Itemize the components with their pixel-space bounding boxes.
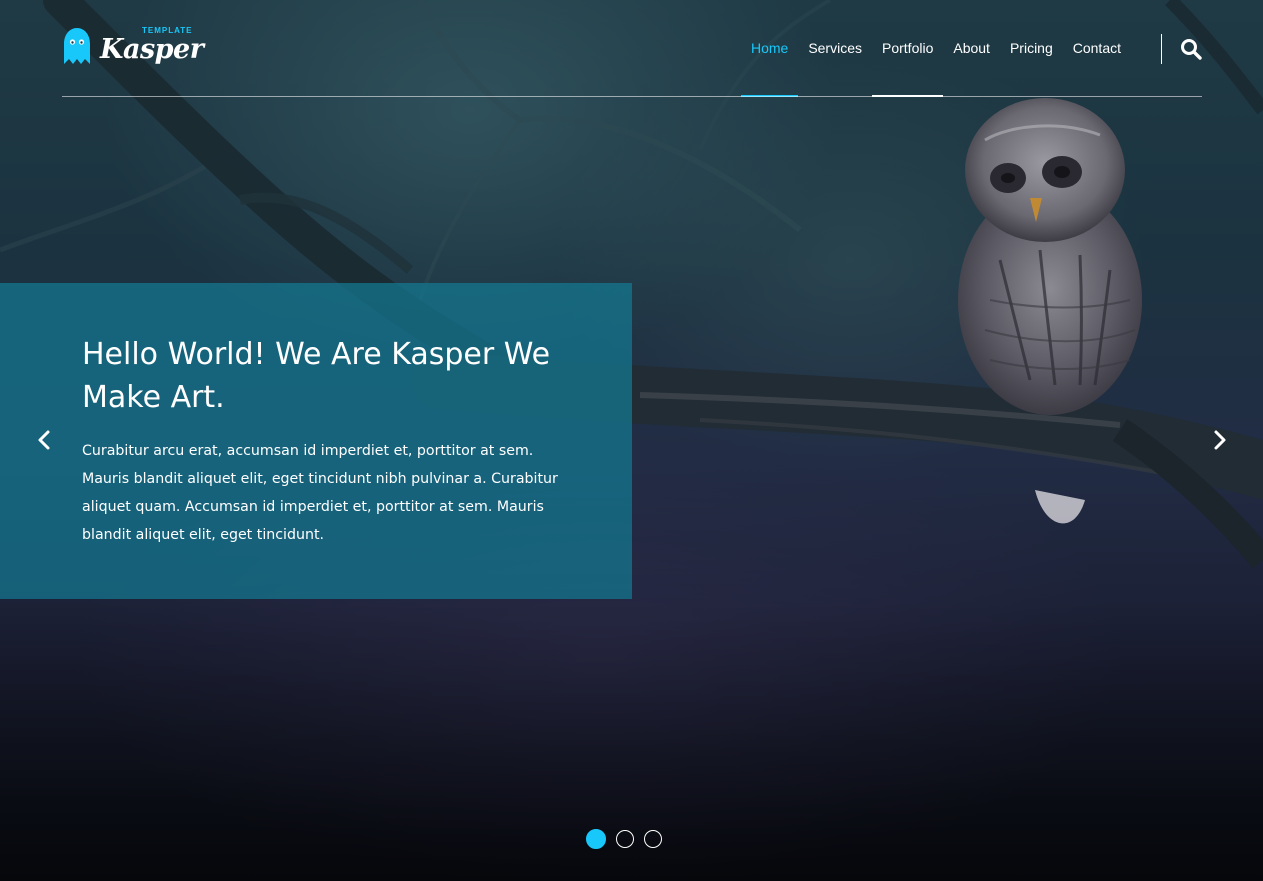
nav-item-label: Contact: [1072, 40, 1121, 56]
nav-item-label: Home: [750, 40, 789, 56]
chevron-right-icon: [1214, 430, 1226, 450]
nav-item-contact[interactable]: Contact: [1063, 0, 1131, 97]
nav-item-about[interactable]: About: [943, 0, 1000, 97]
nav-item-label: Portfolio: [882, 40, 934, 56]
search-button[interactable]: [1180, 38, 1202, 60]
nav-item-portfolio[interactable]: Portfolio: [872, 0, 944, 97]
main-nav: Home Services Portfolio About Pricing Co…: [740, 0, 1202, 97]
slider-bullet-2[interactable]: [616, 830, 634, 848]
hero-description: Curabitur arcu erat, accumsan id imperdi…: [82, 443, 558, 543]
nav-divider: [1161, 33, 1162, 64]
hero-section: TEMPLATE Kasper Home Services Portfolio …: [0, 0, 1263, 881]
search-icon: [1181, 38, 1202, 60]
header-divider: [62, 96, 1202, 97]
slider-prev-button[interactable]: [33, 428, 57, 452]
hero-text-panel: Hello World! We Are Kasper We Make Art. …: [0, 283, 632, 599]
nav-item-services[interactable]: Services: [798, 0, 872, 97]
slider-bullet-3[interactable]: [644, 830, 662, 848]
slider-bullets: [586, 829, 662, 849]
brand-logo[interactable]: TEMPLATE Kasper: [62, 26, 204, 70]
nav-item-label: Pricing: [1009, 40, 1053, 56]
brand-name: Kasper: [100, 34, 204, 65]
slider-bullet-1[interactable]: [586, 829, 606, 849]
hero-title: Hello World! We Are Kasper We Make Art.: [82, 337, 551, 415]
nav-item-label: Services: [808, 40, 862, 56]
nav-item-home[interactable]: Home: [740, 0, 799, 97]
site-header: TEMPLATE Kasper Home Services Portfolio …: [62, 0, 1202, 97]
slider-next-button[interactable]: [1207, 428, 1231, 452]
ghost-logo-icon: [64, 28, 90, 64]
nav-item-label: About: [953, 40, 990, 56]
chevron-left-icon: [38, 430, 50, 450]
nav-item-pricing[interactable]: Pricing: [1000, 0, 1063, 97]
